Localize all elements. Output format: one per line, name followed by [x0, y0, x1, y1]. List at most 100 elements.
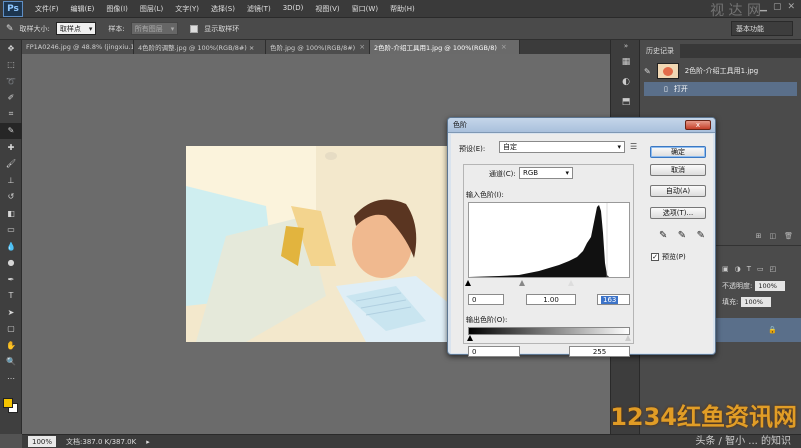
smart-filter-icon[interactable]: ◰: [770, 265, 777, 273]
gradient-tool-icon[interactable]: ▭: [0, 222, 22, 239]
type-filter-icon[interactable]: T: [747, 265, 751, 273]
hand-tool-icon[interactable]: ✋: [0, 337, 22, 354]
type-tool-icon[interactable]: T: [0, 288, 22, 305]
menu-3d[interactable]: 3D(D): [277, 4, 310, 14]
preview-checkbox[interactable]: ✓: [651, 253, 659, 261]
dialog-titlebar[interactable]: 色阶 x: [448, 118, 715, 133]
zoom-tool-icon[interactable]: 🔍: [0, 354, 22, 371]
menu-window[interactable]: 窗口(W): [346, 4, 384, 14]
opacity-field[interactable]: 100%: [755, 281, 786, 291]
minimize-icon[interactable]: ▁: [760, 2, 767, 12]
input-gamma-field[interactable]: 1.00: [526, 294, 576, 305]
menu-file[interactable]: 文件(F): [29, 4, 65, 14]
tab-document-2[interactable]: 4色阶的调整.jpg @ 100%(RGB/8#) ×: [134, 40, 266, 54]
history-brush-icon[interactable]: ↺: [0, 189, 22, 206]
lasso-tool-icon[interactable]: ➰: [0, 73, 22, 90]
crop-tool-icon[interactable]: ⌗: [0, 106, 22, 123]
adjustments-icon[interactable]: ◐: [611, 72, 641, 92]
white-point-handle[interactable]: [568, 280, 574, 286]
gamma-handle[interactable]: [519, 280, 525, 286]
more-tools-icon[interactable]: ⋯: [0, 370, 22, 387]
options-button[interactable]: 选项(T)...: [650, 207, 706, 219]
ok-button[interactable]: 确定: [650, 146, 706, 158]
output-levels-label: 输出色阶(O):: [466, 316, 508, 324]
input-black-field[interactable]: 0: [468, 294, 504, 305]
input-levels-slider[interactable]: [465, 280, 630, 288]
preset-value: 自定: [503, 143, 517, 151]
channel-select[interactable]: RGB ▾: [519, 167, 573, 179]
move-tool-icon[interactable]: ✥: [0, 40, 22, 57]
output-black-handle[interactable]: [467, 335, 473, 341]
path-select-icon[interactable]: ➤: [0, 304, 22, 321]
menu-select[interactable]: 选择(S): [205, 4, 241, 14]
black-eyedropper-icon[interactable]: ✎: [659, 230, 667, 244]
eyedropper-tool-icon[interactable]: ✎: [0, 122, 22, 139]
menu-type[interactable]: 文字(Y): [169, 4, 205, 14]
output-white-field[interactable]: 255: [569, 346, 630, 357]
new-doc-icon[interactable]: ◫: [769, 232, 776, 242]
eyedropper-group: ✎ ✎ ✎: [659, 230, 705, 244]
maximize-icon[interactable]: ▢: [773, 2, 782, 12]
chevron-down-icon: ▾: [170, 24, 175, 33]
snapshot-icon[interactable]: ⊞: [756, 232, 762, 242]
shape-filter-icon[interactable]: ▭: [757, 265, 764, 273]
adjust-filter-icon[interactable]: ◑: [735, 265, 741, 273]
menu-help[interactable]: 帮助(H): [384, 4, 421, 14]
status-menu-icon[interactable]: ▸: [146, 438, 150, 446]
eraser-tool-icon[interactable]: ◧: [0, 205, 22, 222]
marquee-tool-icon[interactable]: ⬚: [0, 57, 22, 74]
brush-tool-icon[interactable]: 🖌: [0, 156, 22, 173]
menu-image[interactable]: 图像(I): [100, 4, 134, 14]
show-ring-checkbox[interactable]: [190, 24, 199, 33]
dodge-tool-icon[interactable]: ●: [0, 255, 22, 272]
tab-label: 色阶.jpg @ 100%(RGB/8#): [270, 44, 356, 52]
cancel-button[interactable]: 取消: [650, 164, 706, 176]
history-state-row[interactable]: ▯ 打开: [644, 82, 797, 96]
close-icon[interactable]: ×: [501, 43, 507, 51]
foreground-color-swatch[interactable]: [3, 398, 13, 408]
preset-label: 预设(E):: [459, 145, 486, 153]
pen-tool-icon[interactable]: ✒: [0, 271, 22, 288]
white-eyedropper-icon[interactable]: ✎: [697, 230, 705, 244]
preset-menu-icon[interactable]: ☰: [630, 142, 637, 151]
tab-document-4[interactable]: 2色阶-介绍工具用1.jpg @ 100%(RGB/8) ×: [370, 40, 520, 54]
close-button[interactable]: x: [685, 120, 711, 130]
status-bar: 100% 文档:387.0 K/387.0K ▸: [22, 434, 801, 448]
history-snapshot[interactable]: ✎ 2色阶-介绍工具用1.jpg: [644, 60, 797, 82]
quick-select-tool-icon[interactable]: ✐: [0, 90, 22, 107]
tab-history[interactable]: 历史记录: [640, 44, 680, 58]
menu-edit[interactable]: 编辑(E): [65, 4, 101, 14]
gray-eyedropper-icon[interactable]: ✎: [678, 230, 686, 244]
output-white-handle[interactable]: [625, 335, 631, 341]
close-icon[interactable]: ✕: [787, 2, 795, 12]
output-black-field[interactable]: 0: [468, 346, 520, 357]
zoom-field[interactable]: 100%: [28, 436, 57, 447]
preset-select[interactable]: 自定 ▾: [499, 141, 625, 153]
sample-select[interactable]: 所有图层 ▾: [130, 22, 179, 35]
fill-field[interactable]: 100%: [741, 297, 772, 307]
document-image[interactable]: [186, 146, 452, 342]
blur-tool-icon[interactable]: 💧: [0, 238, 22, 255]
clone-stamp-icon[interactable]: ⊥: [0, 172, 22, 189]
styles-icon[interactable]: ⬒: [611, 92, 641, 112]
menu-view[interactable]: 视图(V): [309, 4, 345, 14]
tab-document-1[interactable]: FP1A0246.jpg @ 48.8% (jingxiu.1 (4), RGB…: [22, 40, 134, 54]
input-white-field[interactable]: 163: [597, 294, 630, 305]
eyedropper-tool-icon[interactable]: ✎: [6, 24, 14, 34]
close-icon[interactable]: ×: [359, 43, 365, 51]
black-point-handle[interactable]: [465, 280, 471, 286]
menu-filter[interactable]: 滤镜(T): [241, 4, 277, 14]
tab-document-3[interactable]: 色阶.jpg @ 100%(RGB/8#) ×: [266, 40, 370, 54]
swatches-icon[interactable]: ▦: [611, 52, 641, 72]
image-filter-icon[interactable]: ▣: [722, 265, 729, 273]
auto-button[interactable]: 自动(A): [650, 185, 706, 197]
output-levels-slider[interactable]: [467, 335, 631, 342]
menu-layer[interactable]: 图层(L): [134, 4, 169, 14]
chevron-down-icon: ▾: [617, 143, 621, 151]
collapse-icon[interactable]: »: [611, 40, 641, 52]
healing-brush-icon[interactable]: ✚: [0, 139, 22, 156]
trash-icon[interactable]: 🗑: [784, 232, 793, 242]
sample-size-select[interactable]: 取样点 ▾: [55, 22, 97, 35]
shape-tool-icon[interactable]: ▢: [0, 321, 22, 338]
workspace-select[interactable]: 基本功能: [731, 21, 793, 36]
